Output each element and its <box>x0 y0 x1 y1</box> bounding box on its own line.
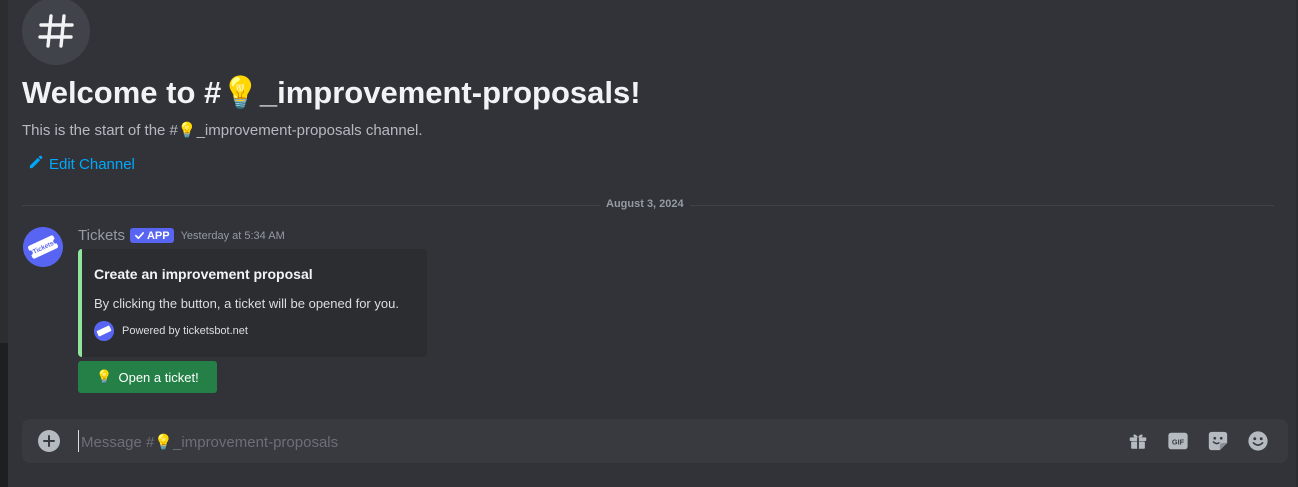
emoji-icon[interactable] <box>1246 429 1270 453</box>
add-attachment-button[interactable] <box>38 430 60 452</box>
embed-description: By clicking the button, a ticket will be… <box>94 296 399 311</box>
lightbulb-icon: 💡 <box>96 369 113 384</box>
edit-channel-label: Edit Channel <box>49 156 135 173</box>
verified-check-icon <box>134 232 144 240</box>
embed-footer: Powered by ticketsbot.net <box>94 321 248 341</box>
left-panel-edge <box>0 0 8 487</box>
ticketsbot-footer-icon <box>94 321 114 341</box>
gif-icon-label: GIF <box>1172 438 1185 447</box>
channel-welcome-subtitle: This is the start of the #💡_improvement-… <box>22 122 423 139</box>
open-ticket-button[interactable]: 💡 Open a ticket! <box>78 361 217 393</box>
embed-title: Create an improvement proposal <box>94 266 313 282</box>
chat-area: Welcome to #💡_improvement-proposals! Thi… <box>8 0 1296 487</box>
bot-avatar[interactable]: Tickets <box>23 227 63 267</box>
embed-footer-text: Powered by ticketsbot.net <box>122 325 248 337</box>
message-timestamp[interactable]: Yesterday at 5:34 AM <box>181 230 285 242</box>
plus-icon <box>43 435 55 447</box>
edit-channel-link[interactable]: Edit Channel <box>28 155 135 174</box>
channel-welcome-title: Welcome to #💡_improvement-proposals! <box>22 75 641 110</box>
message-author[interactable]: Tickets <box>78 227 125 244</box>
sticker-icon[interactable] <box>1206 429 1230 453</box>
open-ticket-label: Open a ticket! <box>118 369 199 385</box>
message-header: Tickets APP Yesterday at 5:34 AM <box>78 227 285 244</box>
message-embed: Create an improvement proposal By clicki… <box>78 249 427 357</box>
pencil-icon <box>28 155 43 174</box>
date-divider-label: August 3, 2024 <box>600 198 690 210</box>
message-composer: GIF <box>22 419 1288 463</box>
channel-hash-icon <box>22 0 90 65</box>
app-badge-label: APP <box>146 229 170 242</box>
left-panel-notch <box>0 343 8 487</box>
gift-icon[interactable] <box>1126 429 1150 453</box>
message-input[interactable] <box>79 425 1113 459</box>
gif-icon[interactable]: GIF <box>1166 429 1190 453</box>
app-badge: APP <box>129 228 174 243</box>
composer-icon-group: GIF <box>1126 429 1270 453</box>
